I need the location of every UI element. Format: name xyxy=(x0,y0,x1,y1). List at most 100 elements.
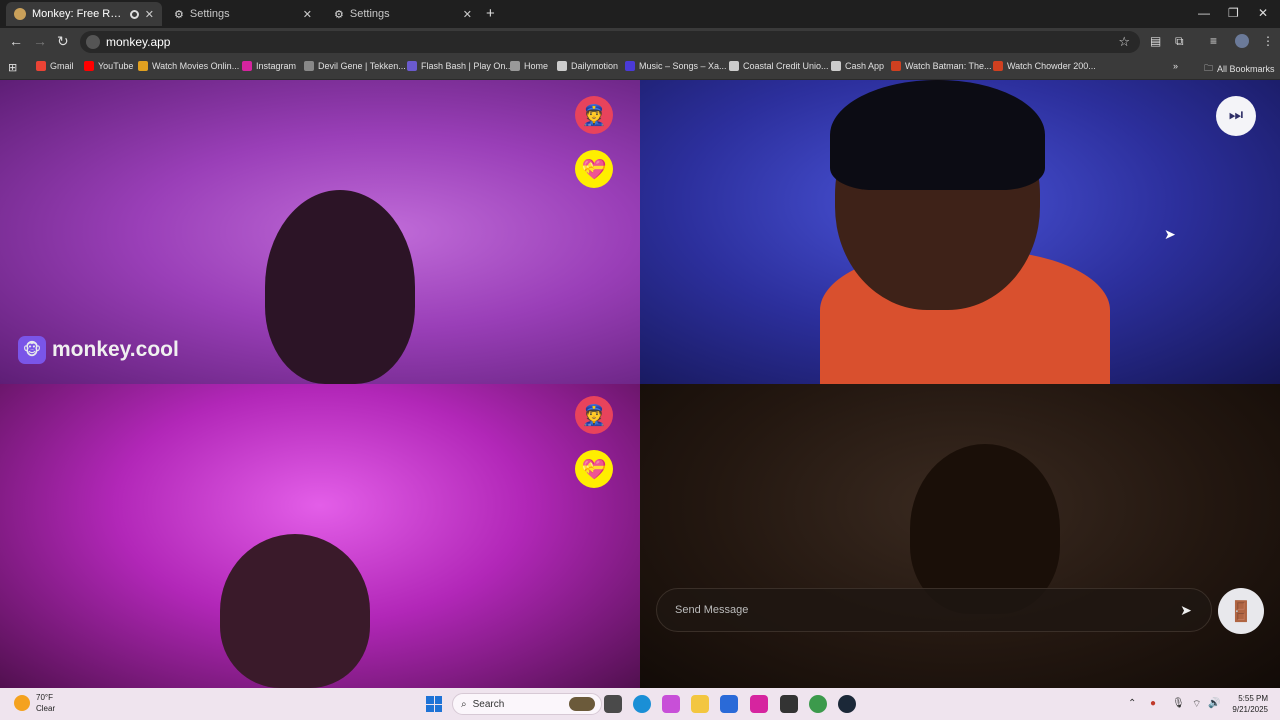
maximize-button[interactable]: ❐ xyxy=(1228,6,1239,20)
address-bar[interactable]: monkey.app ☆ xyxy=(80,31,1140,53)
file-explorer-icon[interactable] xyxy=(691,695,709,713)
mouse-cursor-icon: ➤ xyxy=(1164,226,1176,242)
tab-label: Settings xyxy=(189,8,230,20)
bookmark-item[interactable]: Gmail xyxy=(36,61,74,71)
windows-start-icon[interactable] xyxy=(426,696,442,712)
media-control-icon[interactable]: ≡ xyxy=(1210,34,1217,48)
close-window-button[interactable]: ✕ xyxy=(1258,6,1268,20)
bookmark-label: Watch Chowder 200... xyxy=(1007,61,1096,71)
bookmark-favicon-icon xyxy=(84,61,94,71)
back-button[interactable]: ← xyxy=(9,33,23,49)
skip-next-button[interactable]: ⏭ xyxy=(1216,96,1256,136)
tab-settings-1[interactable]: ⚙ Settings ✕ xyxy=(166,2,320,26)
bookmark-item[interactable]: Watch Movies Onlin... xyxy=(138,61,239,71)
monkey-logo-icon: 🐵 xyxy=(18,336,46,364)
windows-taskbar: 70°F Clear ⌕ Search ⌃ ● 🎙 ⌔ 🔊 5:55 PM 9/… xyxy=(0,688,1280,720)
bookmark-label: Music – Songs – Xa... xyxy=(639,61,727,71)
profile-avatar[interactable] xyxy=(1235,34,1249,48)
apps-icon[interactable]: ⊞ xyxy=(8,61,17,74)
bookmark-item[interactable]: Dailymotion xyxy=(557,61,618,71)
microphone-icon[interactable]: 🎙 xyxy=(1172,698,1185,709)
bookmark-item[interactable]: Flash Bash | Play On... xyxy=(407,61,513,71)
video-tile-participant-3: 👮 💝 xyxy=(0,384,640,688)
bookmarks-overflow-icon[interactable]: » xyxy=(1173,61,1178,71)
bookmark-label: Watch Movies Onlin... xyxy=(152,61,240,71)
tab-monkey[interactable]: Monkey: Free Random Vid ✕ xyxy=(6,2,162,26)
bookmark-item[interactable]: Devil Gene | Tekken... xyxy=(304,61,406,71)
like-heart-icon[interactable]: 💝 xyxy=(575,450,613,488)
bookmark-item[interactable]: Watch Batman: The... xyxy=(891,61,992,71)
search-icon: ⌕ xyxy=(461,698,467,710)
clock-date: 9/21/2025 xyxy=(1232,705,1268,714)
bookmark-label: Devil Gene | Tekken... xyxy=(318,61,406,71)
steam-icon[interactable] xyxy=(838,695,856,713)
bookmark-item[interactable]: Music – Songs – Xa... xyxy=(625,61,727,71)
game-app-icon[interactable] xyxy=(780,695,798,713)
url-text: monkey.app xyxy=(106,35,171,49)
bookmark-label: YouTube xyxy=(98,61,134,71)
bookmark-label: Flash Bash | Play On... xyxy=(421,61,513,71)
close-tab-icon[interactable]: ✕ xyxy=(303,8,312,21)
bookmark-favicon-icon xyxy=(891,61,901,71)
reload-button[interactable]: ↻ xyxy=(57,33,69,50)
tab-bar: Monkey: Free Random Vid ✕ ⚙ Settings ✕ ⚙… xyxy=(0,0,1280,28)
chrome-icon[interactable] xyxy=(809,695,827,713)
search-highlight-icon xyxy=(569,697,595,711)
video-tile-self: 👮 💝 🐵 monkey.cool xyxy=(0,80,640,384)
instagram-icon[interactable] xyxy=(750,695,768,713)
bookmark-item[interactable]: Coastal Credit Unio... xyxy=(729,61,829,71)
exit-door-button[interactable]: 🚪 xyxy=(1218,588,1264,634)
recording-icon xyxy=(129,9,139,19)
taskbar-search[interactable]: ⌕ Search xyxy=(452,693,602,715)
new-tab-button[interactable]: + xyxy=(486,5,495,22)
send-icon[interactable]: ➤ xyxy=(1171,595,1201,625)
wifi-icon[interactable]: ⌔ xyxy=(1192,698,1201,711)
task-view-icon[interactable] xyxy=(604,695,622,713)
volume-icon[interactable]: 🔊 xyxy=(1208,698,1220,709)
forward-button[interactable]: → xyxy=(33,33,47,49)
bookmark-label: Gmail xyxy=(50,61,74,71)
weather-desc: Clear xyxy=(36,704,56,713)
bookmark-item[interactable]: YouTube xyxy=(84,61,133,71)
bookmark-favicon-icon xyxy=(993,61,1003,71)
bookmark-label: Coastal Credit Unio... xyxy=(743,61,829,71)
report-police-icon[interactable]: 👮 xyxy=(575,396,613,434)
weather-moon-icon xyxy=(14,695,30,711)
tray-overflow-icon[interactable]: ⌃ xyxy=(1128,698,1136,709)
bookmark-item[interactable]: Instagram xyxy=(242,61,296,71)
like-heart-icon[interactable]: 💝 xyxy=(575,150,613,188)
bookmark-item[interactable]: Watch Chowder 200... xyxy=(993,61,1096,71)
site-info-icon[interactable] xyxy=(86,35,100,49)
minimize-button[interactable]: — xyxy=(1198,6,1210,20)
menu-icon[interactable]: ⋮ xyxy=(1262,34,1274,48)
taskbar-clock[interactable]: 5:55 PM 9/21/2025 xyxy=(1222,693,1268,715)
weather-widget[interactable]: 70°F Clear xyxy=(14,692,55,714)
gear-icon: ⚙ xyxy=(174,8,184,21)
bookmark-label: Cash App xyxy=(845,61,885,71)
report-police-icon[interactable]: 👮 xyxy=(575,96,613,134)
tray-app-icon[interactable]: ● xyxy=(1150,698,1156,709)
store-icon[interactable] xyxy=(720,695,738,713)
copilot-icon[interactable] xyxy=(662,695,680,713)
bookmark-label: Instagram xyxy=(256,61,297,71)
close-tab-icon[interactable]: ✕ xyxy=(145,8,154,21)
extensions-icon[interactable]: ⧉ xyxy=(1175,34,1184,49)
bookmark-star-icon[interactable]: ☆ xyxy=(1118,34,1130,50)
bookmark-label: All Bookmarks xyxy=(1217,64,1275,74)
send-message-input[interactable] xyxy=(675,604,1171,616)
bookmark-favicon-icon xyxy=(557,61,567,71)
browser-toolbar: ← → ↻ monkey.app ☆ ▤ ⧉ ≡ ⋮ xyxy=(0,28,1280,56)
bookmark-favicon-icon xyxy=(510,61,520,71)
bookmark-item[interactable]: Home xyxy=(510,61,548,71)
bookmark-item[interactable]: Cash App xyxy=(831,61,884,71)
edge-icon[interactable] xyxy=(633,695,651,713)
participant-hat xyxy=(830,80,1045,190)
participant-video xyxy=(265,190,415,384)
close-tab-icon[interactable]: ✕ xyxy=(463,8,472,21)
bookmark-favicon-icon xyxy=(625,61,635,71)
bookmark-label: Watch Batman: The... xyxy=(905,61,992,71)
tab-settings-2[interactable]: ⚙ Settings ✕ xyxy=(326,2,480,26)
reading-mode-icon[interactable]: ▤ xyxy=(1150,34,1161,48)
bookmark-all[interactable]: 🗀 All Bookmarks xyxy=(1204,61,1275,77)
bookmark-label: Dailymotion xyxy=(571,61,619,71)
